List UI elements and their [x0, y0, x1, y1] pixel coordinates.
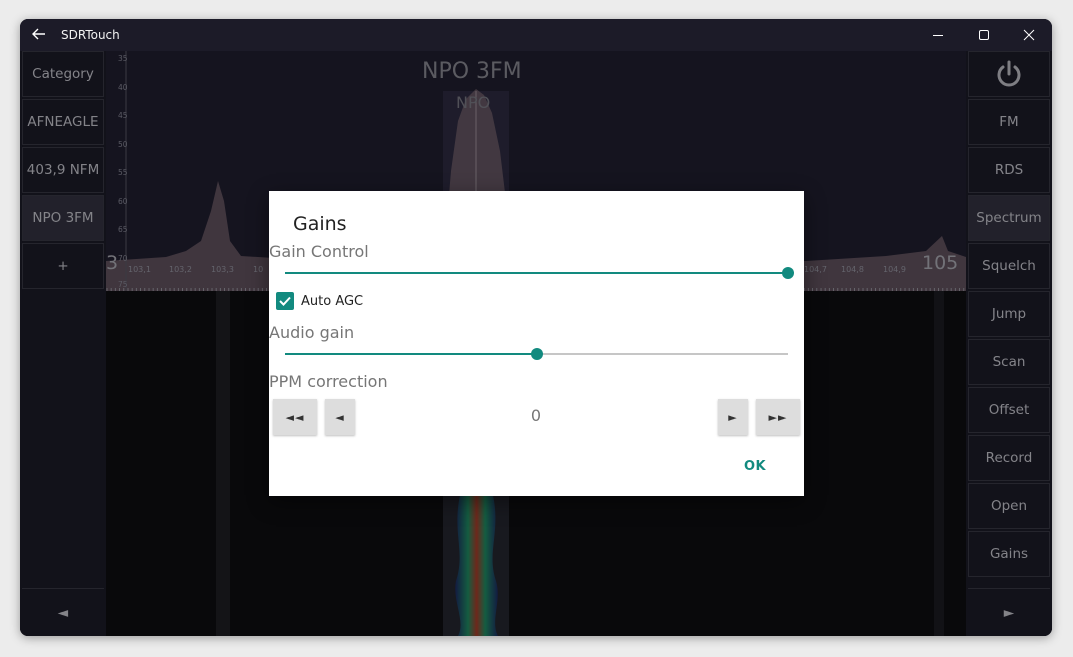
ppm-fast-decrease-button[interactable]: ◄◄ — [273, 399, 317, 435]
auto-agc-label: Auto AGC — [301, 294, 364, 309]
close-button[interactable] — [1006, 19, 1052, 51]
close-icon — [1023, 29, 1035, 41]
audio-gain-slider[interactable] — [285, 346, 788, 362]
app-content: NPO 3FM NPO 35 40 45 50 55 60 65 70 75 1… — [20, 51, 1052, 636]
ppm-fast-increase-button[interactable]: ►► — [756, 399, 800, 435]
ppm-value: 0 — [530, 406, 542, 425]
slider-thumb[interactable] — [531, 348, 543, 360]
title-bar: SDRTouch — [20, 19, 1052, 51]
dialog-title: Gains — [293, 213, 347, 235]
ppm-decrease-button[interactable]: ◄ — [325, 399, 355, 435]
ok-button[interactable]: OK — [744, 459, 766, 474]
ppm-increase-button[interactable]: ► — [718, 399, 748, 435]
arrow-left-icon — [32, 28, 45, 40]
slider-fill — [285, 353, 537, 355]
back-button[interactable] — [28, 23, 50, 45]
gains-dialog: Gains Gain Control Auto AGC Audio gain P… — [269, 191, 804, 496]
window-title: SDRTouch — [61, 28, 120, 42]
app-window: SDRTouch NPO 3FM NPO 35 40 45 50 55 60 6… — [20, 19, 1052, 636]
maximize-icon — [979, 30, 989, 40]
gain-control-label: Gain Control — [269, 242, 369, 261]
maximize-button[interactable] — [961, 19, 1007, 51]
audio-gain-label: Audio gain — [269, 323, 355, 342]
slider-thumb[interactable] — [782, 267, 794, 279]
slider-fill — [285, 272, 788, 274]
minimize-button[interactable] — [915, 19, 961, 51]
auto-agc-checkbox[interactable] — [276, 292, 294, 310]
ppm-correction-label: PPM correction — [269, 372, 388, 391]
gain-control-slider[interactable] — [285, 265, 794, 281]
minimize-icon — [933, 35, 943, 36]
checkmark-icon — [279, 296, 291, 306]
